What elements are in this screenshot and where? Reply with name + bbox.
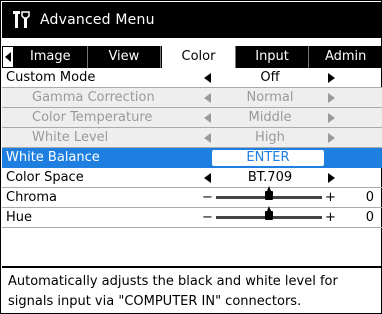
minus-icon[interactable]: −: [202, 208, 213, 227]
menu-row-gamma-correction: Gamma Correction Normal: [2, 88, 382, 108]
hue-label: Hue: [6, 210, 33, 225]
description-line-2: signals input via "COMPUTER IN" connecto…: [8, 294, 302, 309]
tools-icon: [13, 11, 30, 28]
gamma-correction-label: Gamma Correction: [32, 90, 155, 105]
tab-input[interactable]: Input: [236, 46, 310, 68]
decrease-arrow-icon: [204, 93, 211, 103]
gamma-correction-value: Normal: [246, 90, 294, 105]
plus-icon[interactable]: +: [325, 208, 336, 227]
enter-button[interactable]: ENTER: [212, 150, 324, 166]
menu-row-hue[interactable]: Hue − + 0: [2, 206, 382, 228]
chroma-label: Chroma: [6, 190, 57, 205]
menu-row-color-space[interactable]: Color Space BT.709: [2, 168, 382, 188]
minus-icon[interactable]: −: [202, 188, 213, 207]
chroma-slider-knob[interactable]: [265, 186, 273, 200]
decrease-arrow-icon: [204, 113, 211, 123]
chroma-slider[interactable]: [216, 186, 322, 200]
menu-list: Custom Mode Off Gamma Correction Normal …: [2, 68, 382, 228]
decrease-arrow-icon[interactable]: [204, 173, 211, 183]
description-line-1: Automatically adjusts the black and whit…: [8, 274, 338, 289]
custom-mode-label: Custom Mode: [6, 70, 96, 85]
decrease-arrow-icon[interactable]: [204, 73, 211, 83]
menu-row-chroma[interactable]: Chroma − + 0: [2, 186, 382, 208]
increase-arrow-icon: [328, 113, 335, 123]
color-space-value: BT.709: [247, 170, 293, 185]
color-temperature-label: Color Temperature: [32, 110, 153, 125]
hue-value: 0: [365, 210, 374, 225]
hue-slider[interactable]: [216, 206, 322, 220]
triangle-left-icon: [5, 52, 11, 62]
menu-row-white-balance[interactable]: White Balance ENTER: [2, 148, 382, 168]
tab-scroll-left-button[interactable]: [2, 46, 14, 68]
help-description: Automatically adjusts the black and whit…: [2, 266, 382, 314]
tab-view[interactable]: View: [88, 46, 162, 68]
increase-arrow-icon[interactable]: [328, 73, 335, 83]
menu-row-custom-mode[interactable]: Custom Mode Off: [2, 68, 382, 88]
increase-arrow-icon[interactable]: [328, 173, 335, 183]
increase-arrow-icon: [328, 93, 335, 103]
advanced-menu-window: Advanced Menu Image View Color Input Adm…: [0, 0, 382, 314]
window-title: Advanced Menu: [40, 12, 155, 28]
menu-row-white-level: White Level High: [2, 128, 382, 148]
chroma-value: 0: [365, 190, 374, 205]
tab-image[interactable]: Image: [14, 46, 88, 68]
tab-color[interactable]: Color: [161, 46, 236, 68]
color-temperature-value: Middle: [248, 110, 292, 125]
white-level-label: White Level: [32, 130, 109, 145]
custom-mode-value: Off: [260, 70, 280, 85]
increase-arrow-icon: [328, 133, 335, 143]
color-space-label: Color Space: [6, 170, 84, 185]
decrease-arrow-icon: [204, 133, 211, 143]
hue-slider-knob[interactable]: [265, 206, 273, 220]
tab-bar: Image View Color Input Admin: [2, 46, 382, 68]
menu-row-color-temperature: Color Temperature Middle: [2, 108, 382, 128]
plus-icon[interactable]: +: [325, 188, 336, 207]
white-level-value: High: [255, 130, 285, 145]
tab-admin[interactable]: Admin: [309, 46, 382, 68]
title-bar: Advanced Menu: [2, 2, 382, 38]
white-balance-label: White Balance: [6, 150, 100, 165]
